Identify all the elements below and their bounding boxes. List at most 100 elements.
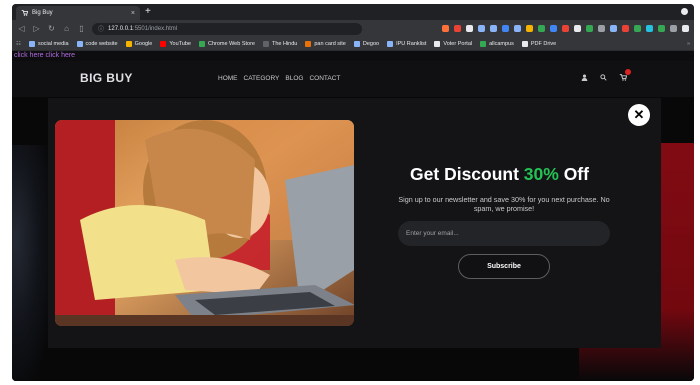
bookmark-favicon-icon <box>434 40 441 47</box>
forward-icon[interactable]: ▷ <box>32 24 41 33</box>
extension-icon[interactable] <box>610 25 617 32</box>
address-bar[interactable]: ⓘ 127.0.0.1:5501/index.html <box>92 22 362 35</box>
nav-blog[interactable]: BLOG <box>285 75 303 82</box>
extension-icon[interactable] <box>646 25 653 32</box>
promo-title-suffix: Off <box>558 164 589 184</box>
extension-icon[interactable] <box>658 25 665 32</box>
extension-icon[interactable] <box>502 25 509 32</box>
bookmark-label: PDF Drive <box>530 40 557 47</box>
extension-icon[interactable] <box>574 25 581 32</box>
extension-icon[interactable] <box>454 25 461 32</box>
extension-icon[interactable] <box>490 25 497 32</box>
subscribe-button[interactable]: Subscribe <box>458 254 550 279</box>
window-control-icon[interactable] <box>681 8 688 15</box>
url-host: 127.0.0.1 <box>108 25 134 32</box>
cart-favicon-icon <box>21 9 29 18</box>
close-icon[interactable]: ✕ <box>628 104 650 126</box>
bookmark-item[interactable]: social media <box>28 40 69 47</box>
bookmark-icon[interactable]: ▯ <box>77 24 86 33</box>
bookmark-item[interactable]: Voter Portal <box>434 40 473 47</box>
bookmark-item[interactable]: Chrome Web Store <box>199 40 255 47</box>
bookmark-label: YouTube <box>169 40 191 47</box>
tab-strip: Big Buy × + <box>12 4 694 20</box>
bookmark-favicon-icon <box>199 40 205 47</box>
cart-count-badge <box>625 69 631 75</box>
nav-home[interactable]: HOME <box>218 75 238 82</box>
bookmark-favicon-icon <box>28 40 35 47</box>
home-icon[interactable]: ⌂ <box>62 24 71 33</box>
cart-icon[interactable] <box>619 69 631 83</box>
extension-icon[interactable] <box>598 25 605 32</box>
extension-icon[interactable] <box>514 25 521 32</box>
girl-with-laptop-photo <box>55 120 354 326</box>
bookmark-label: allcampus <box>489 40 514 47</box>
extension-icon[interactable] <box>670 25 677 32</box>
bookmark-favicon-icon <box>160 40 167 47</box>
extension-icon[interactable] <box>586 25 593 32</box>
tab-close-icon[interactable]: × <box>131 10 135 17</box>
bookmark-favicon-icon <box>353 40 360 47</box>
new-tab-button[interactable]: + <box>145 6 151 18</box>
bookmark-label: social media <box>37 40 69 47</box>
browser-window: Big Buy × + ◁ ▷ ↻ ⌂ ▯ ⓘ 127.0.0.1:5501/i… <box>12 4 694 381</box>
site-logo[interactable]: BIG BUY <box>80 71 133 85</box>
bookmark-item[interactable]: YouTube <box>160 40 191 47</box>
back-icon[interactable]: ◁ <box>17 24 26 33</box>
bookmark-label: Degoo <box>362 40 380 47</box>
extension-icon[interactable] <box>478 25 485 32</box>
bookmark-label: Chrome Web Store <box>208 40 255 47</box>
user-icon[interactable] <box>581 74 588 83</box>
extension-icon[interactable] <box>562 25 569 32</box>
click-here-link[interactable]: click here click here <box>14 52 75 59</box>
nav-contact[interactable]: CONTACT <box>309 75 340 82</box>
bookmark-item[interactable]: Google <box>125 40 153 47</box>
bookmark-favicon-icon <box>76 40 83 47</box>
email-field[interactable] <box>398 221 610 246</box>
bookmarks-bar: ☷ social media code website Google YouTube C… <box>12 37 694 51</box>
search-icon[interactable] <box>600 73 607 83</box>
bookmark-item[interactable]: pan card site <box>305 40 346 47</box>
main-nav: HOME CATEGORY BLOG CONTACT <box>218 75 340 82</box>
bookmark-favicon-icon <box>387 40 394 47</box>
discount-percent: 30% <box>523 164 559 184</box>
promo-title: Get Discount 30% Off <box>375 164 624 185</box>
extensions-bar <box>442 25 689 32</box>
bookmark-item[interactable]: PDF Drive <box>521 40 557 47</box>
bookmark-item[interactable]: IPU Ranklist <box>387 40 427 47</box>
bookmark-item[interactable]: allcampus <box>480 40 514 47</box>
browser-toolbar: ◁ ▷ ↻ ⌂ ▯ ⓘ 127.0.0.1:5501/index.html <box>12 20 694 37</box>
bookmark-label: pan card site <box>314 40 346 47</box>
bookmark-item[interactable]: The Hindu <box>262 40 297 47</box>
promo-title-prefix: Get Discount <box>410 164 524 184</box>
extension-icon[interactable] <box>634 25 641 32</box>
nav-category[interactable]: CATEGORY <box>244 75 280 82</box>
bookmark-label: IPU Ranklist <box>396 40 427 47</box>
discount-popup: ✕ Get Discount 30% Off Sign up to our ne… <box>48 98 661 348</box>
promo-subtitle: Sign up to our newsletter and save 30% f… <box>398 195 610 213</box>
bookmark-favicon-icon <box>262 40 269 47</box>
extension-icon[interactable] <box>442 25 449 32</box>
reload-icon[interactable]: ↻ <box>47 24 56 33</box>
extension-icon[interactable] <box>622 25 629 32</box>
bookmark-favicon-icon <box>480 40 487 47</box>
extension-icon[interactable] <box>682 25 689 32</box>
bookmark-label: code website <box>85 40 118 47</box>
bookmark-item[interactable]: code website <box>76 40 118 47</box>
site-info-icon[interactable]: ⓘ <box>98 24 104 33</box>
url-path: :5501/index.html <box>133 25 178 32</box>
tab-big-buy[interactable]: Big Buy × <box>16 6 140 20</box>
header-icons <box>581 69 631 83</box>
site-header: BIG BUY HOME CATEGORY BLOG CONTACT <box>12 61 694 97</box>
bookmark-favicon-icon <box>305 40 312 47</box>
extension-icon[interactable] <box>538 25 545 32</box>
bookmark-favicon-icon <box>125 40 132 47</box>
extension-icon[interactable] <box>550 25 557 32</box>
apps-icon[interactable]: ☷ <box>16 41 21 47</box>
bookmark-label: Voter Portal <box>443 40 473 47</box>
extension-icon[interactable] <box>466 25 473 32</box>
extension-icon[interactable] <box>526 25 533 32</box>
bookmark-label: Google <box>134 40 153 47</box>
bookmarks-more-icon[interactable]: » <box>687 41 690 47</box>
bookmark-item[interactable]: Degoo <box>353 40 380 47</box>
web-page: click here click here BIG BUY HOME CATEG… <box>12 51 694 381</box>
